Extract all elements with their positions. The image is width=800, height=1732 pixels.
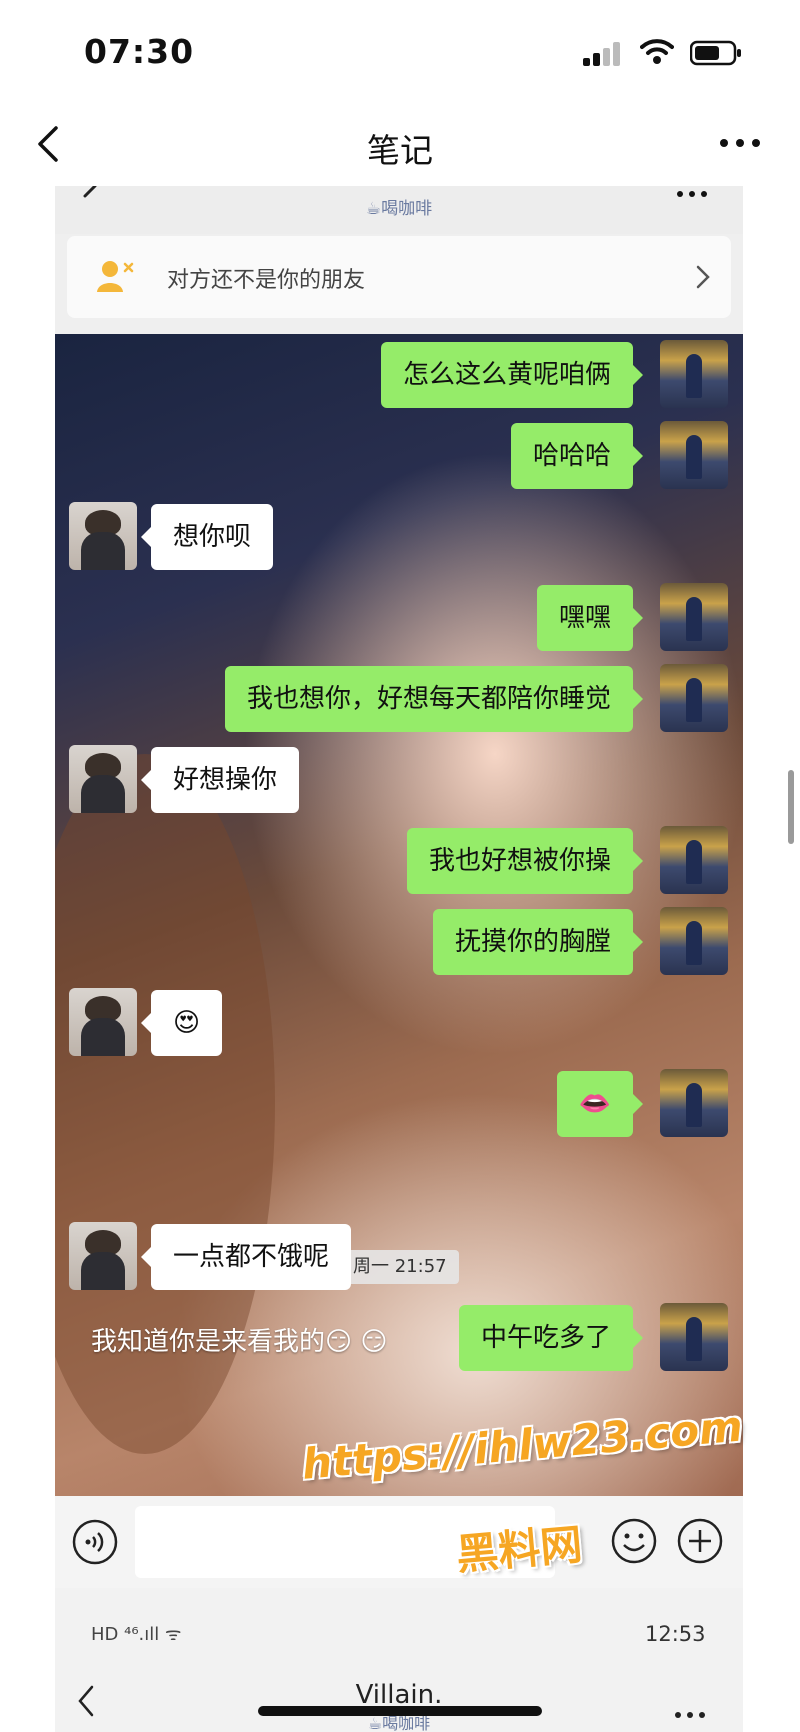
status-bar: 07:30 (0, 0, 800, 100)
second-status-time: 12:53 (645, 1622, 706, 1646)
message-row: 嘿嘿 (55, 583, 743, 655)
message-bubble[interactable]: 嘿嘿 (536, 585, 644, 651)
plus-icon[interactable] (675, 1516, 725, 1566)
message-bubble[interactable]: 好想操你 (140, 747, 300, 813)
scrollbar-thumb[interactable] (788, 770, 794, 844)
overlay-caption: 我知道你是来看我的😏 😏 (91, 1327, 388, 1357)
avatar[interactable] (660, 583, 728, 651)
message-bubble[interactable]: 怎么这么黄呢咱俩 (380, 342, 644, 408)
message-bubble[interactable]: 我也想你，好想每天都陪你睡觉 (224, 666, 644, 732)
avatar[interactable] (69, 1222, 137, 1290)
message-input[interactable] (135, 1506, 555, 1578)
more-options-icon (673, 1712, 709, 1722)
wifi-icon (640, 39, 674, 64)
message-bubble[interactable]: 😍 (140, 990, 223, 1056)
avatar[interactable] (660, 1069, 728, 1137)
message-row: 一点都不饿呢 (55, 1222, 743, 1294)
message-row: 👄 (55, 1069, 743, 1141)
emoji-icon[interactable] (609, 1516, 659, 1566)
cellular-signal-icon (583, 42, 623, 66)
chat-screenshot: ☕喝咖啡 对方还不是你的朋友 怎么这么黄呢咱俩 哈哈哈 想你呗 嘿嘿 我也想你，… (55, 186, 743, 1496)
avatar[interactable] (660, 907, 728, 975)
avatar[interactable] (69, 502, 137, 570)
message-row: 😍 (55, 988, 743, 1060)
message-row: 想你呗 (55, 502, 743, 574)
message-bubble[interactable]: 哈哈哈 (510, 423, 644, 489)
message-row: 好想操你 (55, 745, 743, 817)
message-row: 我也想你，好想每天都陪你睡觉 (55, 664, 743, 736)
status-time: 07:30 (84, 32, 195, 71)
not-friend-notice[interactable]: 对方还不是你的朋友 (67, 236, 731, 318)
avatar[interactable] (660, 664, 728, 732)
nav-bar: 笔记 (0, 100, 800, 188)
battery-icon (690, 40, 741, 66)
message-bubble[interactable]: 中午吃多了 (458, 1305, 644, 1371)
chat-more-icon (675, 188, 711, 202)
message-bubble[interactable]: 想你呗 (140, 504, 274, 570)
chat-header: ☕喝咖啡 (55, 186, 743, 234)
not-friend-text: 对方还不是你的朋友 (167, 268, 366, 293)
message-row: 哈哈哈 (55, 421, 743, 493)
avatar[interactable] (69, 745, 137, 813)
avatar[interactable] (660, 421, 728, 489)
message-bubble[interactable]: 一点都不饿呢 (140, 1224, 352, 1290)
message-bubble[interactable]: 👄 (556, 1071, 644, 1137)
chat-input-bar (55, 1496, 743, 1588)
chat-subtitle: ☕喝咖啡 (365, 199, 433, 219)
more-options-icon[interactable] (718, 136, 762, 150)
avatar[interactable] (660, 1303, 728, 1371)
avatar[interactable] (69, 988, 137, 1056)
message-row: 怎么这么黄呢咱俩 (55, 340, 743, 412)
avatar[interactable] (660, 340, 728, 408)
message-row: 抚摸你的胸膛 (55, 907, 743, 979)
page-title: 笔记 (367, 131, 433, 170)
chevron-right-icon (696, 265, 710, 289)
home-indicator[interactable] (258, 1706, 542, 1716)
second-status-icons: HD ⁴⁶.ıll ᯤ (91, 1624, 182, 1645)
message-bubble[interactable]: 抚摸你的胸膛 (432, 909, 644, 975)
add-friend-icon (97, 261, 134, 292)
voice-input-icon[interactable] (71, 1518, 119, 1566)
avatar[interactable] (660, 826, 728, 894)
message-bubble[interactable]: 我也好想被你操 (406, 828, 644, 894)
message-row: 我也好想被你操 (55, 826, 743, 898)
